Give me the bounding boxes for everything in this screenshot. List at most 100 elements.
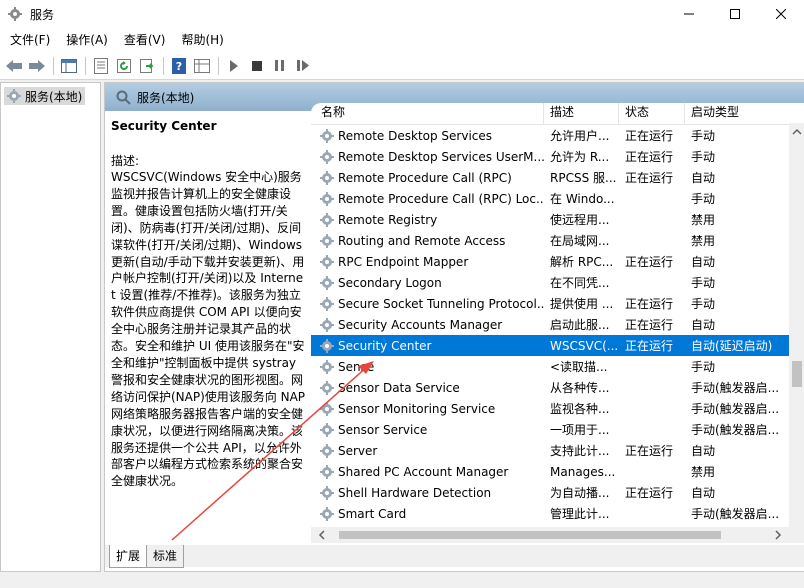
service-gear-icon (320, 422, 334, 437)
service-startup-type: 禁用 (691, 213, 716, 227)
toolbar-separator (85, 56, 86, 75)
scroll-right-icon[interactable] (771, 527, 785, 543)
service-gear-icon (320, 254, 334, 269)
maximize-button[interactable] (712, 0, 758, 28)
help-icon: ? (172, 57, 186, 74)
service-row[interactable]: Sense <读取描... 手动 (311, 356, 789, 377)
service-name: Security Center (311, 338, 544, 354)
service-status: 正在运行 (625, 339, 674, 353)
service-description: 启动此服... (550, 318, 610, 332)
service-gear-icon (320, 275, 334, 290)
service-row[interactable]: Remote Desktop Services 允许用户... 正在运行 手动 (311, 125, 789, 146)
service-row[interactable]: Sensor Monitoring Service 监视各种... 手动(触发器启.… (311, 398, 789, 419)
scroll-left-icon[interactable] (315, 527, 329, 543)
service-description: 管理此计... (550, 507, 610, 521)
service-row[interactable]: Remote Procedure Call (RPC) Loc... 在 Wind… (311, 188, 789, 209)
vertical-scroll-thumb[interactable] (792, 361, 802, 387)
title-bar: 服务 (0, 0, 804, 28)
service-row[interactable]: Routing and Remote Access 在局域网... 禁用 (311, 230, 789, 251)
service-startup-type: 手动(触发器启... (691, 423, 780, 437)
back-button[interactable] (3, 55, 25, 77)
service-row[interactable]: Secure Socket Tunneling Protocol... 提供使用 … (311, 293, 789, 314)
pause-service-button[interactable] (269, 55, 291, 77)
service-startup-type: 手动 (691, 297, 716, 311)
service-row[interactable]: RPC Endpoint Mapper 解析 RPC... 正在运行 自动 (311, 251, 789, 272)
service-status: 正在运行 (625, 255, 674, 269)
menu-view[interactable]: 查看(V) (116, 28, 174, 52)
service-row[interactable]: Shell Hardware Detection 为自动播... 正在运行 自动 (311, 482, 789, 503)
description-label: 描述: (111, 154, 140, 168)
column-header-name[interactable]: 名称 (311, 103, 544, 124)
column-header-description[interactable]: 描述 (544, 103, 619, 124)
service-startup-type: 自动 (691, 486, 716, 500)
service-row[interactable]: Remote Desktop Services UserM... 允许为 R...… (311, 146, 789, 167)
selected-service-title: Security Center (111, 119, 217, 133)
minimize-icon (684, 13, 694, 15)
service-row[interactable]: Secondary Logon 在不同凭... 手动 (311, 272, 789, 293)
scroll-up-icon[interactable] (789, 125, 804, 139)
horizontal-scroll-thumb[interactable] (339, 531, 721, 539)
console-tree-button[interactable] (58, 55, 80, 77)
description-text: WSCSVC(Windows 安全中心)服务监视并报告计算机上的安全健康设置。健… (111, 170, 306, 489)
tree-item-services-local[interactable]: 服务(本地) (4, 87, 86, 105)
service-description: <读取描... (550, 360, 608, 374)
view-button[interactable] (191, 55, 213, 77)
service-startup-type: 手动 (691, 360, 716, 374)
properties-button[interactable] (90, 55, 112, 77)
menu-file[interactable]: 文件(F) (2, 28, 58, 52)
menu-help[interactable]: 帮助(H) (173, 28, 231, 52)
start-service-button[interactable] (223, 55, 245, 77)
service-row[interactable]: Sensor Data Service 从各种传... 手动(触发器启... (311, 377, 789, 398)
service-row[interactable]: Shared PC Account Manager Manages... 禁用 (311, 461, 789, 482)
service-row[interactable]: Security Accounts Manager 启动此服... 正在运行 自动 (311, 314, 789, 335)
tree-item-label: 服务(本地) (25, 89, 83, 104)
service-gear-icon (320, 317, 334, 332)
service-name: Remote Procedure Call (RPC) Loc... (311, 191, 544, 207)
resume-service-button[interactable] (292, 55, 314, 77)
forward-icon (29, 59, 45, 72)
description-panel: Security Center 描述: WSCSVC(Windows 安全中心)… (105, 111, 313, 541)
horizontal-scrollbar[interactable] (311, 527, 804, 543)
minimize-button[interactable] (666, 0, 712, 28)
service-row[interactable]: Remote Procedure Call (RPC) RPCSS 服... 正在运… (311, 167, 789, 188)
service-description: 在 Windo... (550, 192, 615, 206)
service-startup-type: 手动(触发器启... (691, 381, 780, 395)
service-gear-icon (320, 338, 334, 353)
service-name: Shared PC Account Manager (311, 464, 544, 480)
column-header-status[interactable]: 状态 (619, 103, 685, 124)
service-gear-icon (320, 191, 334, 206)
tab-standard[interactable]: 标准 (146, 545, 185, 568)
close-button[interactable] (758, 0, 804, 28)
service-startup-type: 自动 (691, 318, 716, 332)
service-name: Security Accounts Manager (311, 317, 544, 333)
export-button[interactable] (136, 55, 158, 77)
service-description: 支持此计... (550, 444, 610, 458)
service-row[interactable]: Sensor Service 一项用于... 手动(触发器启... (311, 419, 789, 440)
help-button[interactable]: ? (168, 55, 190, 77)
service-gear-icon (320, 485, 334, 500)
service-description: 监视各种... (550, 402, 610, 416)
forward-button[interactable] (26, 55, 48, 77)
close-icon (776, 9, 786, 19)
service-startup-type: 手动(触发器启... (691, 507, 780, 521)
service-name: Secondary Logon (311, 275, 544, 291)
service-gear-icon (320, 401, 334, 416)
refresh-button[interactable] (113, 55, 135, 77)
play-icon (230, 59, 238, 72)
stop-icon (252, 60, 262, 71)
tab-extended[interactable]: 扩展 (109, 545, 148, 568)
services-header-title: 服务(本地) (137, 90, 195, 105)
service-startup-type: 自动 (691, 255, 716, 269)
stop-service-button[interactable] (246, 55, 268, 77)
search-gear-icon (116, 90, 131, 105)
service-description: 在不同凭... (550, 276, 610, 290)
console-tree-icon (61, 58, 77, 73)
service-row[interactable]: Server 支持此计... 正在运行 自动 (311, 440, 789, 461)
vertical-scrollbar[interactable] (789, 123, 804, 543)
service-row[interactable]: Security Center WSCSVC(... 正在运行 自动(延迟启动) (311, 335, 789, 356)
service-row[interactable]: Smart Card 管理此计... 手动(触发器启... (311, 503, 789, 524)
menu-action[interactable]: 操作(A) (58, 28, 116, 52)
column-header-startup-type[interactable]: 启动类型 (685, 103, 789, 124)
service-description: 从各种传... (550, 381, 610, 395)
service-row[interactable]: Remote Registry 使远程用... 禁用 (311, 209, 789, 230)
